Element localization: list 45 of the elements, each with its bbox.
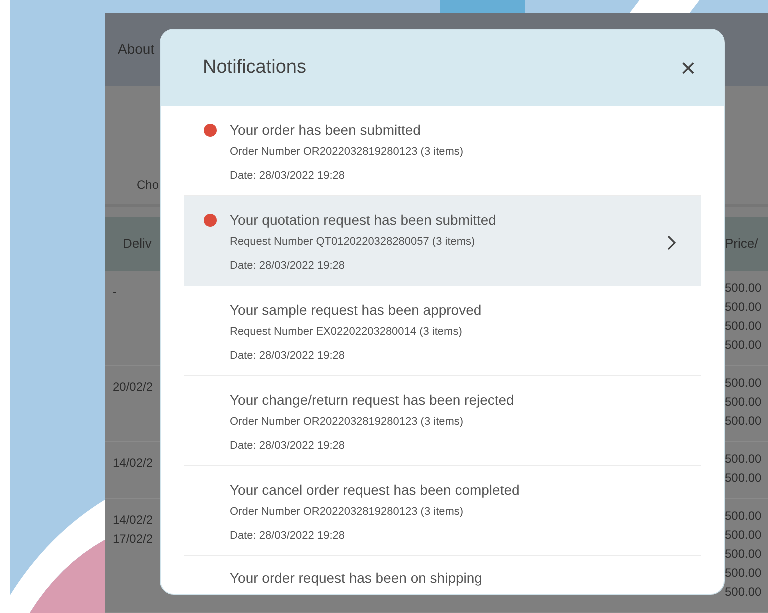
column-header: Price/ bbox=[725, 235, 760, 254]
table-cell-text: 14/02/2 bbox=[113, 512, 154, 529]
column-header: Deliv bbox=[123, 235, 152, 254]
notification-reference: Order Number OR2022032819280123 (3 items) bbox=[230, 145, 465, 160]
table-cell-text: 500.00 bbox=[725, 508, 763, 525]
table-cell-text: 500.00 bbox=[725, 565, 763, 582]
notification-reference: Request Number QT0120220328280057 (3 items) bbox=[230, 235, 476, 250]
dialog-title: Notifications bbox=[203, 56, 306, 80]
notification-item[interactable]: Your cancel order request has been completed Order Number OR2022032819280123 (3 items) Date: 28/03/2022 19:28 bbox=[184, 466, 701, 556]
notification-title: Your sample request has been approved bbox=[230, 301, 483, 320]
notification-date: Date: 28/03/2022 19:28 bbox=[230, 438, 346, 454]
notification-title: Your cancel order request has been completed bbox=[230, 481, 521, 500]
chevron-right-icon bbox=[667, 234, 677, 250]
table-cell-text: 500.00 bbox=[725, 546, 763, 563]
table-cell-text: 14/02/2 bbox=[113, 455, 154, 472]
notification-title: Your order has been submitted bbox=[230, 121, 422, 140]
notification-item[interactable]: Your quotation request has been submitted Request Number QT0120220328280057 (3 items) Date: 28/03/2022 19:28 bbox=[184, 196, 701, 286]
notification-date: Date: 28/03/2022 19:28 bbox=[230, 258, 346, 274]
notification-title: Your change/return request has been rejected bbox=[230, 391, 516, 410]
table-cell-text: 500.00 bbox=[725, 584, 763, 601]
notification-reference: Order Number OR2022032819280123 (3 items) bbox=[230, 505, 465, 520]
table-cell-text: 500.00 bbox=[725, 470, 763, 487]
notification-reference: Order Number OR2022032819280123 (3 items) bbox=[230, 415, 465, 430]
notification-title: Your order request has been on shipping bbox=[230, 569, 484, 588]
table-cell-text: 500.00 bbox=[725, 318, 763, 335]
table-cell-text: 500.00 bbox=[725, 413, 763, 430]
notification-item[interactable]: Your change/return request has been rejected Order Number OR2022032819280123 (3 items) Date: 28/03/2022 19:28 bbox=[184, 376, 701, 466]
table-cell-text: 500.00 bbox=[725, 527, 763, 544]
table-cell-text: 500.00 bbox=[725, 394, 763, 411]
table-cell-text: 500.00 bbox=[725, 337, 763, 354]
table-cell-text: - bbox=[113, 284, 117, 301]
table-cell-text: 500.00 bbox=[725, 299, 763, 316]
close-button[interactable]: × bbox=[674, 55, 702, 81]
table-cell-text: 500.00 bbox=[725, 451, 763, 468]
notification-date: Date: 28/03/2022 19:28 bbox=[230, 348, 346, 364]
notification-date: Date: 28/03/2022 19:28 bbox=[230, 528, 346, 544]
table-cell-text: 500.00 bbox=[725, 280, 763, 297]
notification-title: Your quotation request has been submitted bbox=[230, 211, 498, 230]
notification-item[interactable]: Your order request has been on shipping bbox=[184, 556, 701, 594]
notification-date: Date: 28/03/2022 19:28 bbox=[230, 168, 346, 184]
table-cell-text: 17/02/2 bbox=[113, 531, 154, 548]
notification-reference: Request Number EX02202203280014 (3 items) bbox=[230, 325, 464, 340]
notification-item[interactable]: Your sample request has been approved Request Number EX02202203280014 (3 items) Date: 28/03/2022 19:28 bbox=[184, 286, 701, 376]
table-cell-text: 20/02/2 bbox=[113, 379, 154, 396]
table-cell-text: 500.00 bbox=[725, 375, 763, 392]
